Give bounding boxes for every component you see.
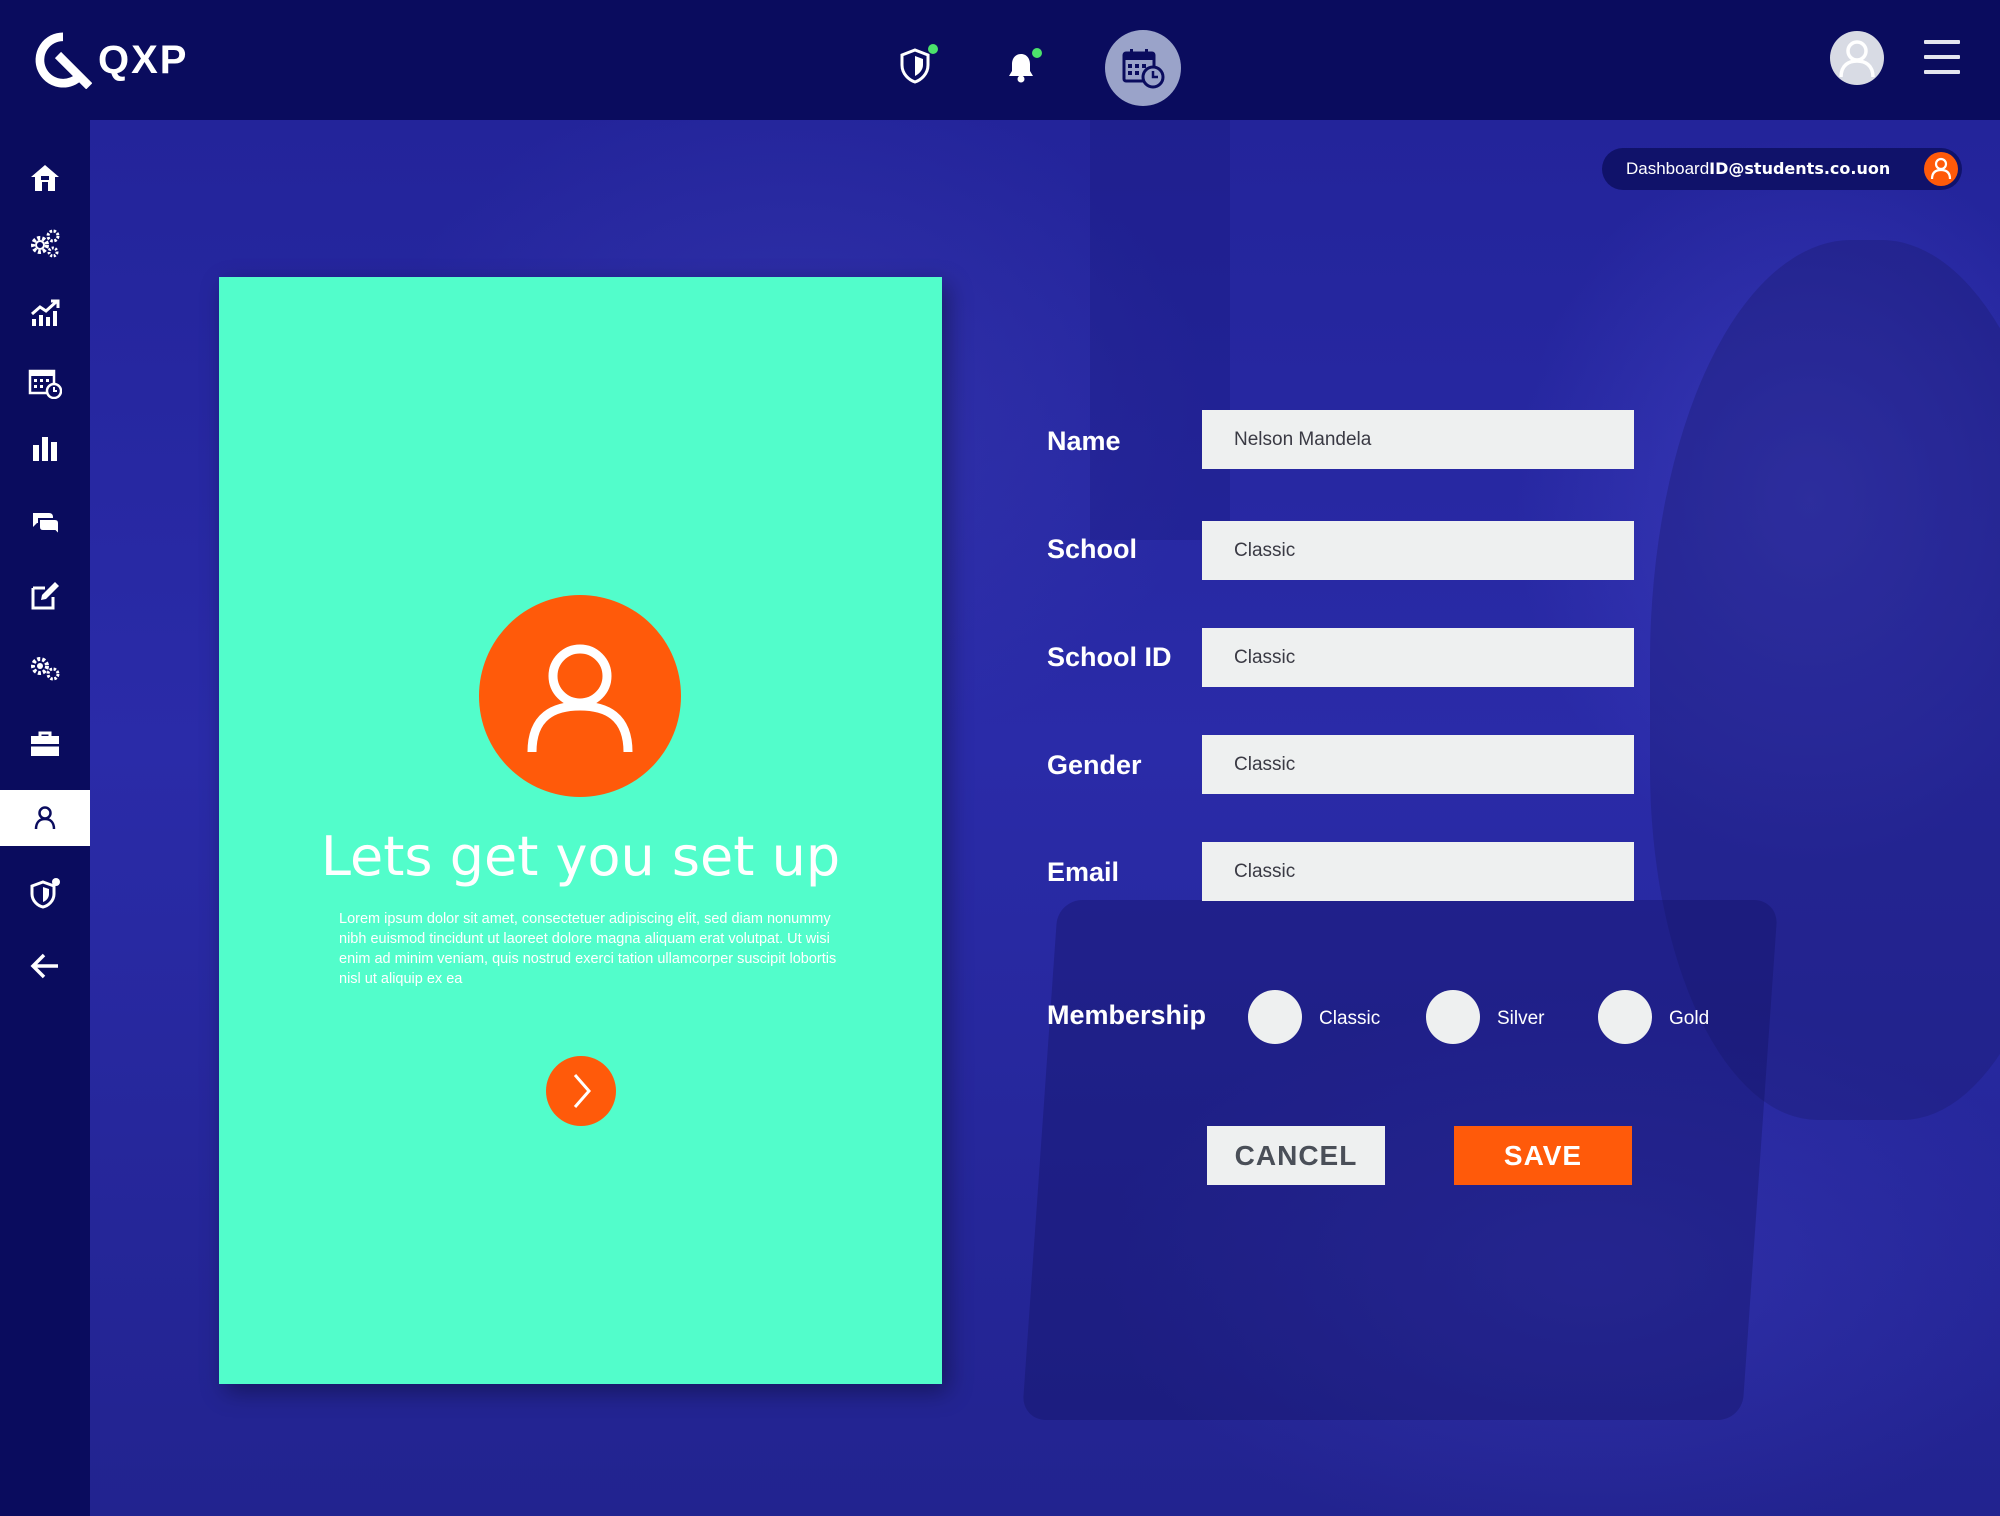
calendar-clock-icon xyxy=(1122,49,1165,89)
sidebar-item-gears[interactable] xyxy=(0,215,90,271)
settings-icon xyxy=(31,657,60,681)
school-label: School xyxy=(1047,534,1138,564)
membership-option-label: Gold xyxy=(1669,1008,1710,1029)
email-label: Email xyxy=(1047,857,1120,887)
sidebar-item-settings[interactable] xyxy=(0,640,90,696)
setup-card: Lets get you set up Lorem ipsum dolor si… xyxy=(219,277,942,1384)
sidebar-item-edit[interactable] xyxy=(0,568,90,624)
email-field[interactable] xyxy=(1202,842,1634,901)
sidebar-item-chat[interactable] xyxy=(0,495,90,551)
school-id-field[interactable] xyxy=(1202,628,1634,687)
membership-label: Membership xyxy=(1047,1000,1207,1030)
sidebar-item-security[interactable] xyxy=(0,865,90,921)
back-arrow-icon xyxy=(30,953,58,979)
cancel-button[interactable]: CANCEL xyxy=(1207,1126,1385,1185)
calendar-clock-button[interactable] xyxy=(1105,30,1181,106)
account-pill[interactable]: DashboardID@students.co.uon xyxy=(1602,148,1962,190)
sidebar-item-home[interactable] xyxy=(0,150,90,206)
security-icon xyxy=(30,878,60,909)
membership-option-label: Classic xyxy=(1319,1008,1381,1029)
gender-label: Gender xyxy=(1047,750,1142,780)
setup-title: Lets get you set up xyxy=(320,825,841,888)
shield-icon[interactable] xyxy=(898,44,938,84)
save-button[interactable]: SAVE xyxy=(1454,1126,1632,1185)
notification-dot xyxy=(1032,48,1042,58)
qxp-logo-icon xyxy=(35,32,92,89)
sidebar-item-bar-chart[interactable] xyxy=(0,420,90,476)
account-avatar-icon xyxy=(1924,152,1958,186)
sidebar-item-calendar[interactable] xyxy=(0,355,90,411)
sidebar-item-growth[interactable] xyxy=(0,285,90,341)
school-field[interactable] xyxy=(1202,521,1634,580)
notification-dot xyxy=(928,44,938,54)
app-logo[interactable]: QXP xyxy=(34,30,204,90)
logo-text: QXP xyxy=(98,37,189,82)
membership-radio-silver[interactable] xyxy=(1426,990,1480,1044)
growth-chart-icon xyxy=(31,299,60,326)
next-button[interactable] xyxy=(546,1056,616,1126)
bell-icon[interactable] xyxy=(1006,48,1042,84)
membership-radio-gold[interactable] xyxy=(1598,990,1652,1044)
account-email: DashboardID@students.co.uon xyxy=(1626,159,1891,178)
membership-radio-classic[interactable] xyxy=(1248,990,1302,1044)
name-label: Name xyxy=(1047,426,1121,456)
name-field[interactable] xyxy=(1202,410,1634,469)
bar-chart-icon xyxy=(33,437,57,461)
calendar-icon xyxy=(28,369,62,399)
hamburger-menu-icon[interactable] xyxy=(1924,40,1960,74)
briefcase-icon xyxy=(31,731,59,756)
chat-icon xyxy=(33,513,60,537)
chevron-right-icon xyxy=(573,1074,591,1108)
edit-icon xyxy=(31,582,59,610)
membership-option-label: Silver xyxy=(1497,1008,1545,1029)
sidebar-item-profile[interactable] xyxy=(0,790,90,846)
sidebar-item-briefcase[interactable] xyxy=(0,716,90,772)
user-avatar[interactable] xyxy=(1830,31,1884,85)
gender-field[interactable] xyxy=(1202,735,1634,794)
sidebar-item-back[interactable] xyxy=(0,938,90,994)
user-icon xyxy=(34,806,56,830)
school-id-label: School ID xyxy=(1047,642,1172,672)
top-bar: QXP xyxy=(0,0,2000,120)
home-icon xyxy=(31,165,59,191)
sidebar xyxy=(0,120,90,1516)
setup-description: Lorem ipsum dolor sit amet, consectetuer… xyxy=(339,911,837,987)
setup-avatar-icon xyxy=(479,595,681,797)
gears-icon xyxy=(31,229,60,258)
